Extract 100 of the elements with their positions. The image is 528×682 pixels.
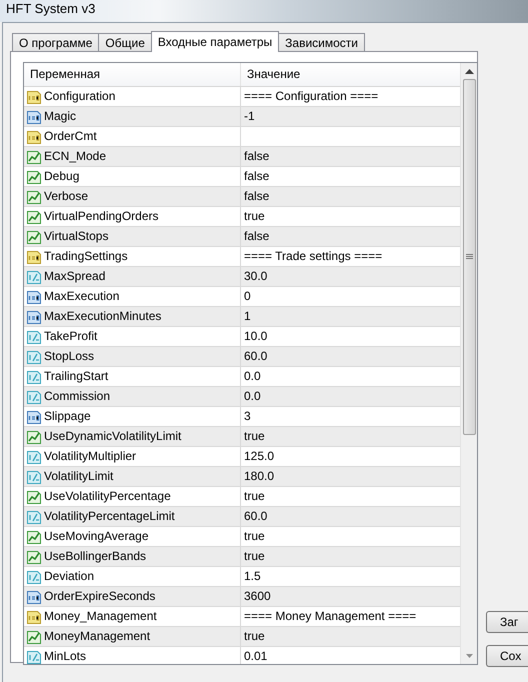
table-row[interactable]: Configuration ==== Configuration ====: [24, 87, 460, 107]
grip-icon: [466, 254, 472, 260]
parameter-value[interactable]: true: [241, 487, 460, 506]
parameter-name: ECN_Mode: [44, 148, 106, 165]
table-row[interactable]: MinLots 0.01: [24, 647, 460, 664]
number-type-icon: [26, 568, 42, 584]
parameter-value[interactable]: 3600: [241, 587, 460, 606]
table-row[interactable]: MaxExecution 0: [24, 287, 460, 307]
parameter-value[interactable]: 0.0: [241, 367, 460, 386]
parameter-value[interactable]: true: [241, 627, 460, 646]
parameter-value[interactable]: 30.0: [241, 267, 460, 286]
parameter-name: Slippage: [44, 408, 91, 425]
table-row[interactable]: VolatilityLimit 180.0: [24, 467, 460, 487]
table-row[interactable]: UseMovingAverage true: [24, 527, 460, 547]
table-row[interactable]: MoneyManagement true: [24, 627, 460, 647]
parameter-value[interactable]: false: [241, 227, 460, 246]
scrollbar-thumb[interactable]: [462, 79, 476, 435]
parameter-value[interactable]: 60.0: [241, 347, 460, 366]
parameter-value[interactable]: false: [241, 187, 460, 206]
number-type-icon: [26, 648, 42, 664]
chart-icon: [26, 228, 42, 244]
table-row[interactable]: MaxSpread 30.0: [24, 267, 460, 287]
chart-icon: [26, 208, 42, 224]
string-type-icon: [26, 248, 42, 264]
chart-icon: [26, 628, 42, 644]
tab[interactable]: Общие: [98, 33, 152, 51]
parameter-name: Deviation: [44, 568, 94, 585]
parameter-name: Magic: [44, 108, 76, 125]
parameter-value[interactable]: true: [241, 527, 460, 546]
number-type-icon: [26, 348, 42, 364]
parameter-value[interactable]: false: [241, 147, 460, 166]
parameter-name: MaxExecutionMinutes: [44, 308, 162, 325]
parameter-name: Configuration: [44, 88, 116, 105]
number-type-icon: [26, 448, 42, 464]
tab[interactable]: Входные параметры: [150, 31, 280, 52]
parameter-value[interactable]: 1.5: [241, 567, 460, 586]
tab[interactable]: Зависимости: [278, 33, 365, 51]
table-row[interactable]: TrailingStart 0.0: [24, 367, 460, 387]
parameter-name: OrderCmt: [44, 128, 97, 145]
table-row[interactable]: ECN_Mode false: [24, 147, 460, 167]
string-type-icon: [26, 88, 42, 104]
dialog-button[interactable]: Заг: [486, 611, 528, 633]
parameter-value[interactable]: 0.0: [241, 387, 460, 406]
parameter-name: MoneyManagement: [44, 628, 150, 645]
table-row[interactable]: TakeProfit 10.0: [24, 327, 460, 347]
parameter-value[interactable]: 60.0: [241, 507, 460, 526]
table-row[interactable]: VirtualPendingOrders true: [24, 207, 460, 227]
parameter-value[interactable]: 180.0: [241, 467, 460, 486]
scroll-up-icon[interactable]: [464, 69, 474, 74]
parameter-value[interactable]: true: [241, 207, 460, 226]
parameter-name: Money_Management: [44, 608, 157, 625]
parameter-name: OrderExpireSeconds: [44, 588, 156, 605]
parameter-value[interactable]: 0.01: [241, 647, 460, 664]
parameter-value[interactable]: 1: [241, 307, 460, 326]
table-row[interactable]: UseDynamicVolatilityLimit true: [24, 427, 460, 447]
chart-icon: [26, 548, 42, 564]
parameter-value[interactable]: 3: [241, 407, 460, 426]
column-header[interactable]: Переменная: [24, 63, 241, 86]
table-row[interactable]: Slippage 3: [24, 407, 460, 427]
dialog-button[interactable]: Сох: [486, 645, 528, 667]
table-row[interactable]: Deviation 1.5: [24, 567, 460, 587]
parameter-value[interactable]: ==== Money Management ====: [241, 607, 460, 626]
table-row[interactable]: TradingSettings ==== Trade settings ====: [24, 247, 460, 267]
table-row[interactable]: Debug false: [24, 167, 460, 187]
tab[interactable]: О программе: [12, 33, 100, 51]
scroll-down-icon[interactable]: [466, 654, 472, 658]
parameter-value[interactable]: true: [241, 547, 460, 566]
parameter-name: VolatilityLimit: [44, 468, 114, 485]
integer-type-icon: [26, 308, 42, 324]
scrollbar[interactable]: [460, 63, 477, 664]
parameter-value[interactable]: 125.0: [241, 447, 460, 466]
table-row[interactable]: OrderExpireSeconds 3600: [24, 587, 460, 607]
integer-type-icon: [26, 288, 42, 304]
table-row[interactable]: VolatilityPercentageLimit 60.0: [24, 507, 460, 527]
table-row[interactable]: UseVolatilityPercentage true: [24, 487, 460, 507]
parameter-value[interactable]: ==== Trade settings ====: [241, 247, 460, 266]
table-row[interactable]: VolatilityMultiplier 125.0: [24, 447, 460, 467]
table-row[interactable]: Verbose false: [24, 187, 460, 207]
chart-icon: [26, 148, 42, 164]
parameter-value[interactable]: 10.0: [241, 327, 460, 346]
table-row[interactable]: UseBollingerBands true: [24, 547, 460, 567]
integer-type-icon: [26, 108, 42, 124]
parameter-name: StopLoss: [44, 348, 94, 365]
table-row[interactable]: VirtualStops false: [24, 227, 460, 247]
parameter-value[interactable]: ==== Configuration ====: [241, 87, 460, 106]
parameter-name: MaxSpread: [44, 268, 106, 285]
parameter-value[interactable]: true: [241, 427, 460, 446]
table-row[interactable]: StopLoss 60.0: [24, 347, 460, 367]
chart-icon: [26, 188, 42, 204]
parameter-value[interactable]: -1: [241, 107, 460, 126]
table-row[interactable]: Money_Management ==== Money Management ====: [24, 607, 460, 627]
table-row[interactable]: Commission 0.0: [24, 387, 460, 407]
chart-icon: [26, 168, 42, 184]
chart-icon: [26, 488, 42, 504]
parameter-value[interactable]: false: [241, 167, 460, 186]
parameter-value[interactable]: 0: [241, 287, 460, 306]
table-row[interactable]: MaxExecutionMinutes 1: [24, 307, 460, 327]
parameter-name: UseMovingAverage: [44, 528, 149, 545]
table-row[interactable]: OrderCmt: [24, 127, 460, 147]
table-row[interactable]: Magic -1: [24, 107, 460, 127]
